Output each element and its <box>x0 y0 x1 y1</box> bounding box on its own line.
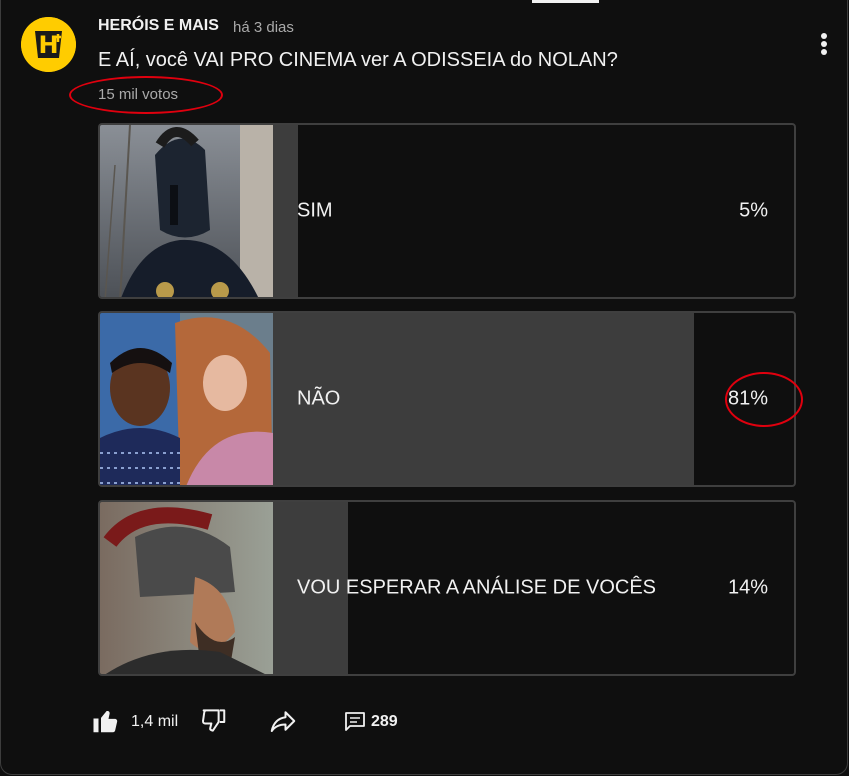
channel-name[interactable]: HERÓIS E MAIS <box>98 17 219 35</box>
svg-text:H: H <box>38 31 58 59</box>
poll-option-sim[interactable]: SIM 5% <box>98 123 796 299</box>
annotation-circle-percent <box>725 372 803 427</box>
share-icon <box>270 711 296 732</box>
action-bar: 1,4 mil 289 <box>1 703 847 739</box>
more-options-icon[interactable] <box>814 30 834 58</box>
channel-avatar[interactable]: H <box>21 17 76 72</box>
post-time[interactable]: há 3 dias <box>233 19 294 36</box>
thumbs-down-icon <box>201 709 226 732</box>
like-button[interactable]: 1,4 mil <box>91 703 186 739</box>
poll-option-percent: 5% <box>739 199 768 222</box>
like-count: 1,4 mil <box>131 713 179 730</box>
comment-count: 289 <box>371 713 398 730</box>
poll-option-label: NÃO <box>297 387 341 410</box>
poll-option-label: VOU ESPERAR A ANÁLISE DE VOCÊS <box>297 576 657 599</box>
two-women-portrait-image <box>100 313 273 485</box>
poll-option-percent: 14% <box>727 576 768 599</box>
warrior-helmet-image <box>100 125 273 297</box>
dislike-button[interactable] <box>198 703 230 739</box>
thumbs-up-icon <box>93 711 118 733</box>
annotation-circle-votes <box>69 76 223 114</box>
comments-button[interactable]: 289 <box>343 703 413 739</box>
poll-option-nao[interactable]: NÃO 81% <box>98 311 796 487</box>
share-button[interactable] <box>267 703 301 739</box>
poll-option-label: SIM <box>297 199 333 222</box>
helmeted-soldier-image <box>100 502 273 674</box>
comment-icon <box>345 712 365 731</box>
tab-indicator <box>532 0 599 3</box>
poll-option-esperar[interactable]: VOU ESPERAR A ANÁLISE DE VOCÊS 14% <box>98 500 796 676</box>
poll-question: E AÍ, você VAI PRO CINEMA ver A ODISSEIA… <box>98 49 618 71</box>
community-post-card: H HERÓIS E MAIS há 3 dias E AÍ, você VAI… <box>0 0 848 775</box>
